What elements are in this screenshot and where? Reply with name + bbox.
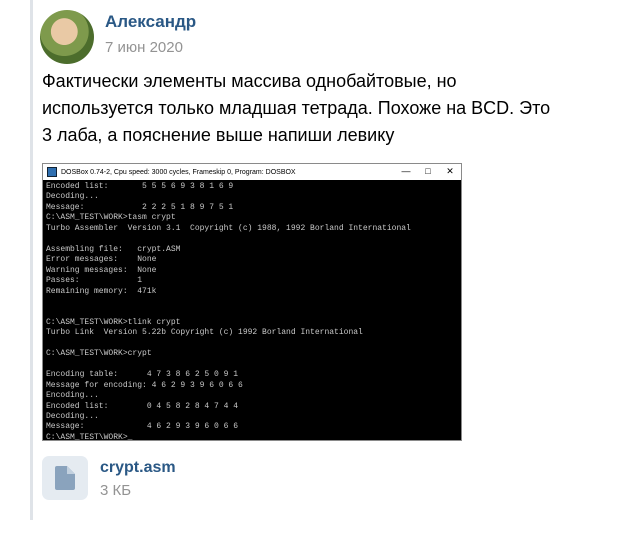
post-date[interactable]: 7 июн 2020 [105, 39, 183, 56]
console-line: Remaining memory: 471k [46, 286, 157, 296]
dosbox-screenshot[interactable]: DOSBox 0.74-2, Cpu speed: 3000 cycles, F… [42, 163, 462, 443]
console-line: Error messages: None [46, 255, 157, 265]
dosbox-title: DOSBox 0.74-2, Cpu speed: 3000 cycles, F… [61, 168, 296, 176]
console-line: Passes: 1 [46, 276, 143, 286]
document-icon [55, 466, 75, 490]
console-line: Warning messages: None [46, 265, 157, 275]
console-line: C:\ASM_TEST\WORK>_ [46, 432, 133, 442]
thread-divider [30, 0, 33, 520]
file-icon[interactable] [42, 456, 88, 500]
avatar[interactable] [40, 10, 94, 64]
close-icon: ✕ [446, 166, 454, 176]
console-line: C:\ASM_TEST\WORK>crypt [46, 349, 152, 359]
console-line: Message for encoding: 4 6 2 9 3 9 6 0 6 … [46, 380, 243, 390]
author-name[interactable]: Александр [105, 12, 196, 32]
message-text: Фактически элементы массива однобайтовые… [42, 71, 551, 145]
console-line: Message: 4 6 2 9 3 9 6 0 6 6 [46, 422, 239, 432]
console-line: Turbo Assembler Version 3.1 Copyright (c… [46, 223, 411, 233]
console-line: Encoded list: 5 5 5 6 9 3 8 1 6 9 [46, 182, 234, 191]
attachment-size: 3 КБ [100, 482, 132, 499]
console-line: Encoding table: 4 7 3 8 6 2 5 0 9 1 [46, 370, 239, 380]
console-line: Message: 2 2 2 5 1 8 9 7 5 1 [46, 202, 234, 212]
console-line: C:\ASM_TEST\WORK>tasm crypt [46, 213, 176, 223]
attachment-name[interactable]: crypt.asm [100, 459, 176, 477]
console-line: Decoding... [46, 192, 99, 202]
minimize-icon: — [401, 166, 411, 176]
console-line: Assembling file: crypt.ASM [46, 244, 181, 254]
console-line: Decoding... [46, 411, 99, 421]
maximize-icon: □ [425, 166, 431, 176]
console-line: Turbo Link Version 5.22b Copyright (c) 1… [46, 328, 363, 338]
console-line: Encoding... [46, 391, 99, 401]
console-line: Encoded list: 0 4 5 8 2 8 4 7 4 4 [46, 401, 239, 411]
dosbox-titlebar: DOSBox 0.74-2, Cpu speed: 3000 cycles, F… [43, 164, 461, 180]
console-line: C:\ASM_TEST\WORK>tlink crypt [46, 317, 181, 327]
dosbox-app-icon [47, 167, 57, 177]
dos-console-output: Encoded list: 5 5 5 6 9 3 8 1 6 9 Decodin… [43, 180, 461, 443]
